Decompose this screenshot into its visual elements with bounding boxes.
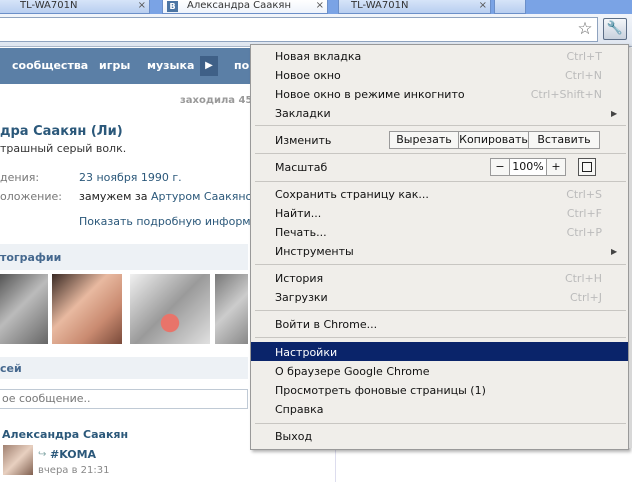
wrench-icon[interactable]: 🔧 xyxy=(603,18,627,40)
address-bar[interactable] xyxy=(0,17,598,42)
repost-icon: ↪ xyxy=(38,449,47,460)
shortcut-find: Ctrl+F xyxy=(566,207,602,220)
menu-find[interactable]: Найти... xyxy=(275,207,321,220)
info-value-relationship: замужем за Артуром Саакяном xyxy=(79,190,261,203)
close-icon[interactable]: × xyxy=(479,0,487,11)
menu-separator xyxy=(255,423,626,424)
menu-about-chrome[interactable]: О браузере Google Chrome xyxy=(275,365,429,378)
photo-thumb-3[interactable] xyxy=(130,274,210,344)
vk-favicon-icon: В xyxy=(167,1,178,12)
tab-label: Александра Саакян xyxy=(187,0,291,11)
menu-settings[interactable]: Настройки xyxy=(275,346,337,359)
tab-vk-profile[interactable]: В Александра Саакян × xyxy=(162,0,328,14)
nav-games[interactable]: игры xyxy=(99,59,130,72)
post-tag[interactable]: #KOMA xyxy=(50,448,96,461)
menu-separator xyxy=(255,337,626,338)
menu-zoom-label: Масштаб xyxy=(275,161,328,174)
shortcut-new-window: Ctrl+N xyxy=(564,69,602,82)
spouse-link[interactable]: Артуром Саакяном xyxy=(151,190,261,203)
profile-name: дра Саакян (Ли) xyxy=(0,124,123,139)
avatar[interactable] xyxy=(3,445,33,475)
zoom-out-button[interactable]: − xyxy=(490,158,510,176)
photo-thumb-4[interactable] xyxy=(215,274,248,344)
menu-separator xyxy=(255,310,626,311)
photo-thumb-2[interactable] xyxy=(52,274,122,344)
close-icon[interactable]: × xyxy=(138,0,146,11)
menu-exit[interactable]: Выход xyxy=(275,430,312,443)
menu-new-window[interactable]: Новое окно xyxy=(275,69,341,82)
menu-incognito[interactable]: Новое окно в режиме инкогнито xyxy=(275,88,465,101)
message-placeholder: ое сообщение.. xyxy=(2,392,91,405)
info-value-birthday[interactable]: 23 ноября 1990 г. xyxy=(79,171,182,184)
nav-more[interactable]: по xyxy=(234,59,249,72)
tab-label: TL-WA701N xyxy=(351,0,409,11)
menu-help[interactable]: Справка xyxy=(275,403,323,416)
bookmark-star-icon[interactable]: ☆ xyxy=(574,18,596,40)
submenu-arrow-icon: ▶ xyxy=(611,109,618,118)
profile-status: трашный серый волк. xyxy=(0,142,127,155)
nav-more-arrow-icon[interactable]: ▶ xyxy=(200,56,218,76)
nav-music[interactable]: музыка xyxy=(147,59,194,72)
info-label-relationship: оложение: xyxy=(0,190,62,203)
menu-bookmarks[interactable]: Закладки xyxy=(275,107,331,120)
paste-button[interactable]: Вставить xyxy=(528,131,600,149)
zoom-in-button[interactable]: + xyxy=(546,158,566,176)
post-time: вчера в 21:31 xyxy=(38,465,110,476)
fullscreen-icon[interactable] xyxy=(578,158,596,176)
menu-tools[interactable]: Инструменты xyxy=(275,245,354,258)
online-status: заходила 45 xyxy=(180,95,253,106)
tab-tl-wa701n-2[interactable]: TL-WA701N × xyxy=(338,0,491,14)
shortcut-save: Ctrl+S xyxy=(566,188,602,201)
new-tab-button[interactable] xyxy=(494,0,526,14)
menu-signin[interactable]: Войти в Chrome... xyxy=(275,318,377,331)
relationship-prefix: замужем за xyxy=(79,190,148,203)
close-icon[interactable]: × xyxy=(316,0,324,11)
shortcut-new-tab: Ctrl+T xyxy=(566,50,602,63)
zoom-level: 100% xyxy=(509,158,547,176)
menu-edit-label: Изменить xyxy=(275,134,332,147)
menu-save-page[interactable]: Сохранить страницу как... xyxy=(275,188,429,201)
tab-label: TL-WA701N xyxy=(20,0,78,11)
shortcut-history: Ctrl+H xyxy=(564,272,602,285)
tab-tl-wa701n-1[interactable]: TL-WA701N × xyxy=(0,0,150,14)
menu-print[interactable]: Печать... xyxy=(275,226,327,239)
menu-downloads[interactable]: Загрузки xyxy=(275,291,328,304)
shortcut-downloads: Ctrl+J xyxy=(569,291,602,304)
photo-thumb-1[interactable] xyxy=(0,274,48,344)
photos-title[interactable]: тографии xyxy=(0,251,61,264)
menu-separator xyxy=(255,125,626,126)
info-label-birthday: дения: xyxy=(0,171,40,184)
menu-separator xyxy=(255,181,626,182)
menu-new-tab[interactable]: Новая вкладка xyxy=(275,50,361,63)
wall-header xyxy=(0,357,248,379)
nav-communities[interactable]: сообщества xyxy=(12,59,88,72)
wall-title[interactable]: сей xyxy=(0,362,22,375)
shortcut-print: Ctrl+P xyxy=(566,226,602,239)
cut-button[interactable]: Вырезать xyxy=(389,131,459,149)
post-author[interactable]: Александра Саакян xyxy=(2,428,128,441)
menu-history[interactable]: История xyxy=(275,272,323,285)
menu-separator xyxy=(255,264,626,265)
menu-separator xyxy=(255,153,626,154)
submenu-arrow-icon: ▶ xyxy=(611,247,618,256)
shortcut-incognito: Ctrl+Shift+N xyxy=(530,88,602,101)
copy-button[interactable]: Копировать xyxy=(458,131,529,149)
menu-background-pages[interactable]: Просмотреть фоновые страницы (1) xyxy=(275,384,486,397)
